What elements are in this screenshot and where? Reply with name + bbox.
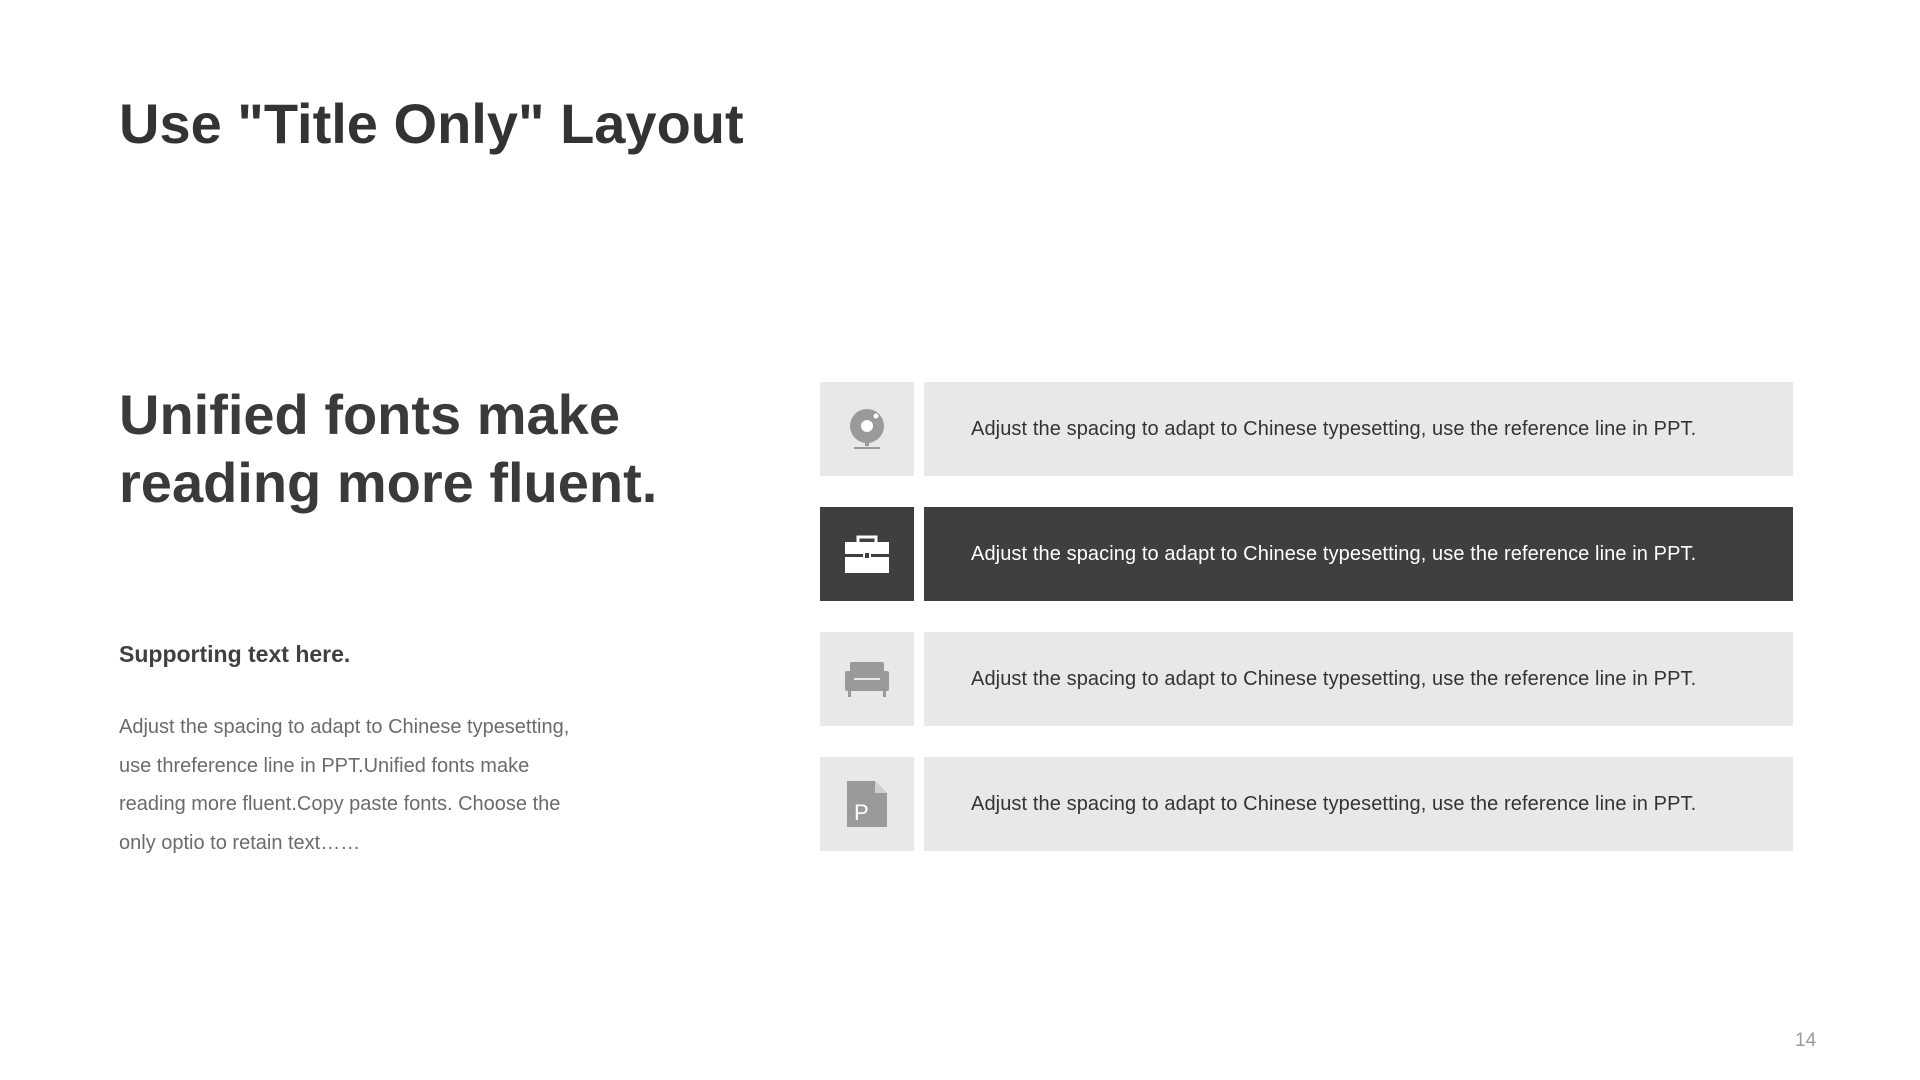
- list-item: Adjust the spacing to adapt to Chinese t…: [820, 632, 1793, 726]
- slide-title: Use "Title Only" Layout: [119, 92, 744, 155]
- list-item-text: Adjust the spacing to adapt to Chinese t…: [971, 542, 1697, 565]
- supporting-body-line: only optio to retain text……: [119, 831, 361, 854]
- icon-tile: [820, 382, 914, 476]
- armchair-icon: [845, 662, 889, 697]
- svg-text:P: P: [854, 800, 869, 825]
- list-item-text: Adjust the spacing to adapt to Chinese t…: [971, 417, 1697, 440]
- list-item-text: Adjust the spacing to adapt to Chinese t…: [971, 792, 1697, 815]
- supporting-body-line: reading more fluent.Copy paste fonts. Ch…: [119, 793, 561, 815]
- list-item: Adjust the spacing to adapt to Chinese t…: [820, 507, 1793, 601]
- briefcase-icon: [845, 535, 889, 573]
- supporting-body-line: use threference line in PPT.Unified font…: [119, 754, 530, 777]
- list-item-text-box: Adjust the spacing to adapt to Chinese t…: [924, 632, 1793, 726]
- webcam-icon: [850, 409, 884, 449]
- icon-tile: [820, 632, 914, 726]
- icon-tile: [820, 507, 914, 601]
- list-item-text-box: Adjust the spacing to adapt to Chinese t…: [924, 382, 1793, 476]
- headline: Unified fonts make reading more fluent.: [119, 381, 739, 517]
- page-number: 14: [1795, 1030, 1817, 1051]
- list-item-text-box: Adjust the spacing to adapt to Chinese t…: [924, 507, 1793, 601]
- list-item-text: Adjust the spacing to adapt to Chinese t…: [971, 667, 1697, 690]
- list-item: P Adjust the spacing to adapt to Chinese…: [820, 757, 1793, 851]
- headline-line: Unified fonts make: [119, 383, 620, 446]
- supporting-body: Adjust the spacing to adapt to Chinese t…: [119, 708, 639, 862]
- icon-tile: P: [820, 757, 914, 851]
- document-p-icon: P: [847, 781, 887, 827]
- supporting-title: Supporting text here.: [119, 641, 351, 667]
- list-item-text-box: Adjust the spacing to adapt to Chinese t…: [924, 757, 1793, 851]
- supporting-body-line: Adjust the spacing to adapt to Chinese t…: [119, 716, 570, 738]
- headline-line: reading more fluent.: [119, 451, 658, 514]
- list-item: Adjust the spacing to adapt to Chinese t…: [820, 382, 1793, 476]
- slide: Use "Title Only" Layout Unified fonts ma…: [0, 0, 1920, 1080]
